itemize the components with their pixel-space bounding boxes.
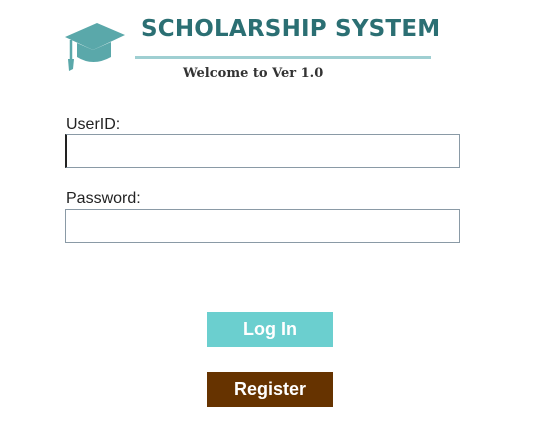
userid-label: UserID:: [66, 116, 121, 133]
password-input[interactable]: [65, 209, 460, 243]
page-title: SCHOLARSHIP SYSTEM: [141, 16, 441, 42]
login-button[interactable]: Log In: [207, 312, 333, 347]
register-button[interactable]: Register: [207, 372, 333, 407]
graduation-cap-icon: [65, 23, 125, 71]
title-underline: [135, 56, 431, 59]
userid-input[interactable]: [65, 134, 460, 168]
welcome-text: Welcome to Ver 1.0: [183, 66, 324, 81]
password-label: Password:: [66, 190, 141, 207]
